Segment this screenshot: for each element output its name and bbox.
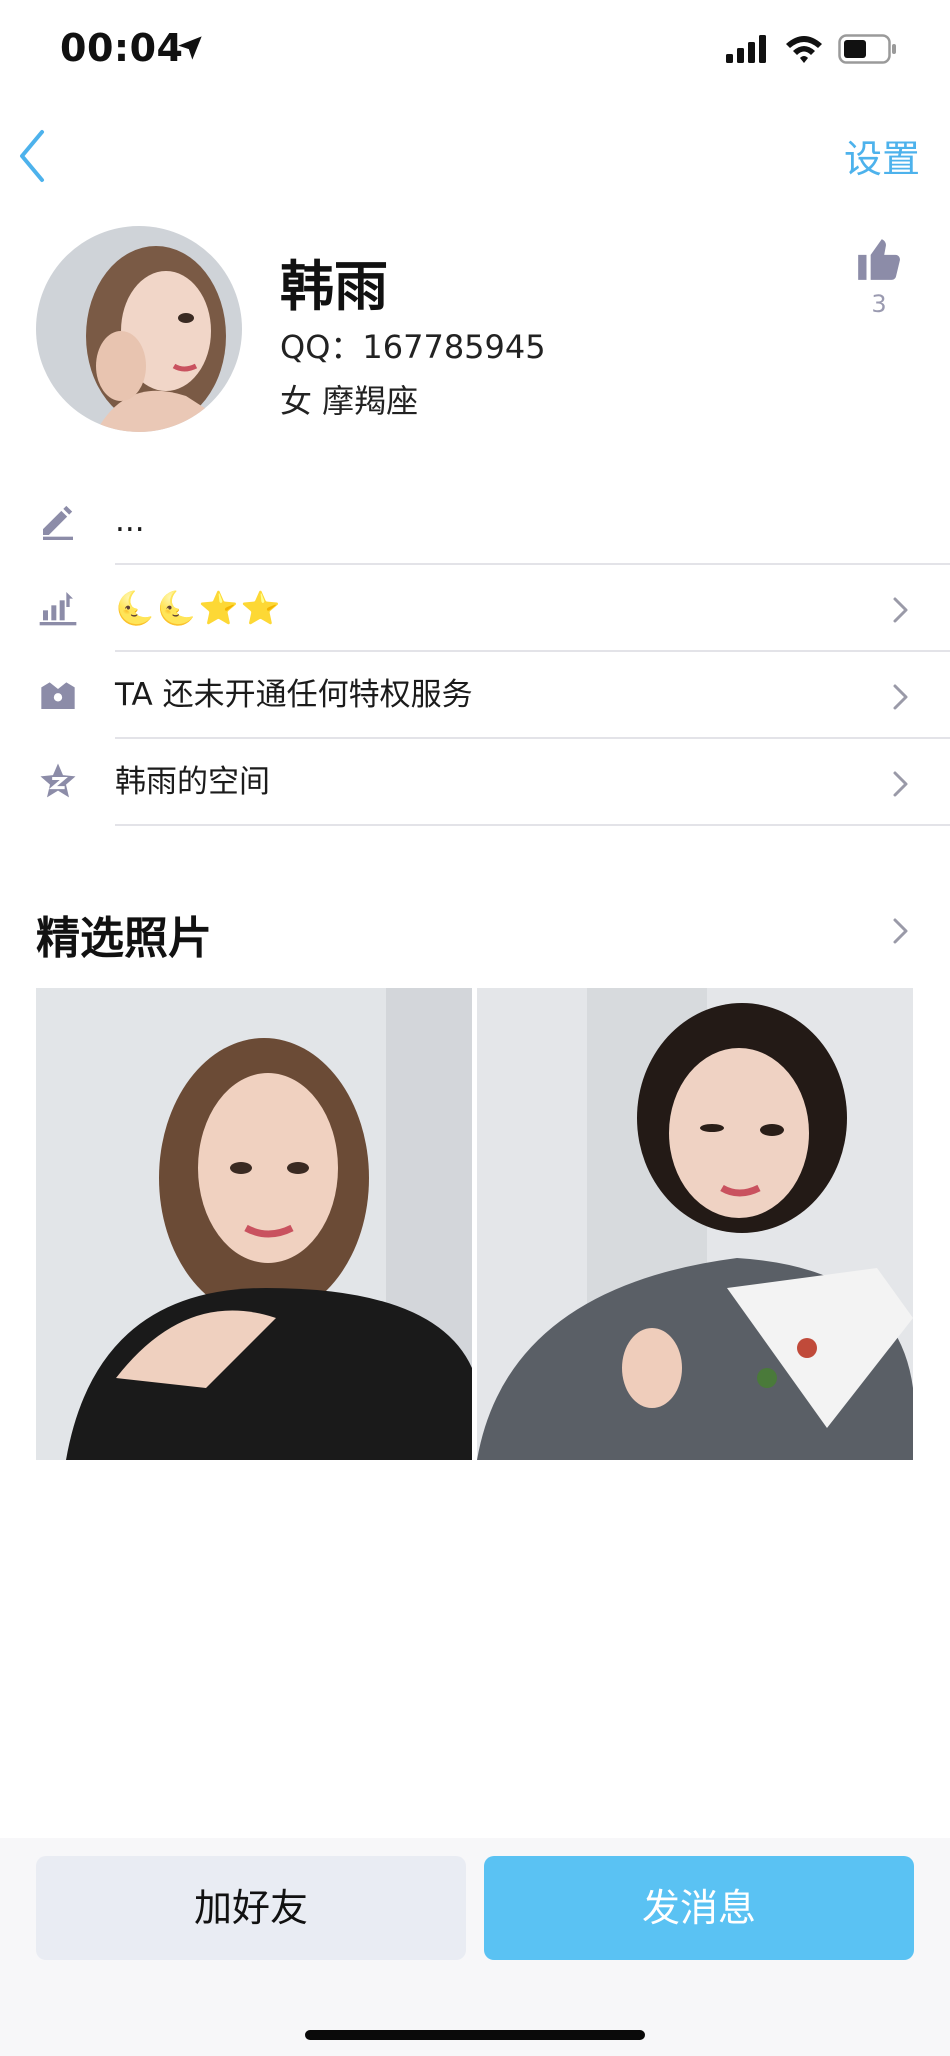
- send-message-button[interactable]: 发消息: [484, 1856, 914, 1960]
- featured-photo[interactable]: [36, 988, 472, 1460]
- battery-icon: [838, 34, 896, 64]
- status-time: 00:04: [60, 26, 184, 70]
- moon-badge: 🌜: [156, 589, 197, 627]
- location-arrow-icon: [178, 36, 202, 60]
- featured-photo[interactable]: [477, 988, 913, 1460]
- home-indicator[interactable]: [305, 2030, 645, 2040]
- profile-name: 韩雨: [280, 255, 388, 318]
- add-friend-button[interactable]: 加好友: [36, 1856, 466, 1960]
- moon-badge: 🌜: [115, 589, 155, 627]
- chevron-left-icon: [20, 130, 44, 182]
- qq-number: QQ：167785945: [280, 328, 546, 366]
- wifi-icon: [786, 36, 822, 63]
- level-chart-icon: [39, 592, 77, 626]
- featured-photos-title: 精选照片: [36, 913, 212, 964]
- chevron-right-icon[interactable]: [892, 916, 910, 946]
- nav-bar: 设置: [0, 110, 950, 200]
- privilege-text: TA 还未开通任何特权服务: [115, 677, 473, 713]
- status-indicators: [726, 34, 898, 64]
- gender-zodiac: 女 摩羯座: [280, 382, 419, 420]
- star-badge: ⭐: [240, 589, 281, 627]
- zone-star-icon: [40, 763, 76, 798]
- qzone-text: 韩雨的空间: [115, 764, 270, 800]
- like-count: 3: [871, 290, 887, 318]
- settings-button[interactable]: 设置: [844, 128, 920, 183]
- bottom-action-bar: 加好友 发消息: [0, 1838, 950, 2056]
- pencil-icon: [43, 505, 73, 540]
- thumbs-up-icon: [858, 239, 900, 280]
- chevron-right-icon: [893, 771, 908, 797]
- privilege-row[interactable]: TA 还未开通任何特权服务: [0, 652, 950, 739]
- back-button[interactable]: [8, 118, 68, 188]
- info-list: ... 🌜🌜⭐⭐ TA 还未开通任何特权服务 韩雨的空间: [0, 478, 950, 826]
- signal-icon: [726, 35, 766, 63]
- like-button[interactable]: 3: [844, 234, 914, 318]
- chevron-right-icon: [893, 684, 908, 710]
- star-badge: ⭐: [198, 589, 239, 627]
- avatar[interactable]: [36, 226, 242, 432]
- crown-box-icon: [41, 682, 75, 709]
- level-badges: 🌜🌜⭐⭐: [115, 565, 282, 652]
- signature-text: ...: [115, 503, 145, 539]
- divider: [115, 824, 950, 826]
- level-row[interactable]: 🌜🌜⭐⭐: [0, 565, 950, 652]
- chevron-right-icon: [893, 597, 908, 623]
- signature-row: ...: [0, 478, 950, 565]
- status-bar: 00:04: [0, 0, 950, 100]
- qzone-row[interactable]: 韩雨的空间: [0, 739, 950, 826]
